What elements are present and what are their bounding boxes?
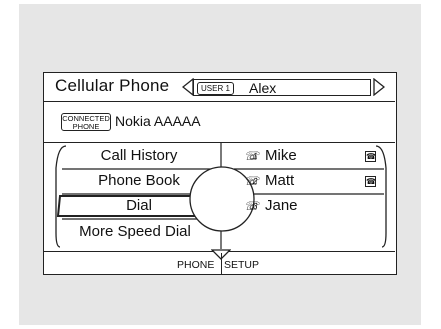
menu-item-call-history[interactable]: Call History — [74, 146, 204, 166]
setup-button[interactable]: SETUP — [224, 259, 259, 271]
speed-dial-index: 1 — [253, 152, 258, 161]
triangle-right-icon[interactable] — [373, 78, 385, 96]
menu-item-dial[interactable]: Dial — [74, 196, 204, 216]
screen-title: Cellular Phone — [55, 76, 170, 95]
menu-item-more-speed-dial[interactable]: More Speed Dial — [60, 222, 210, 242]
contact-name[interactable]: Mike — [265, 146, 297, 166]
divider — [221, 253, 223, 274]
speed-dial-index: 2 — [253, 177, 258, 186]
connected-phone-badge: CONNECTED PHONE — [61, 113, 111, 131]
phone-type-icon: ☎ — [365, 151, 376, 162]
menu-item-phone-book[interactable]: Phone Book — [74, 171, 204, 191]
phone-button[interactable]: PHONE — [177, 259, 214, 271]
title-bar: Cellular Phone USER 1 Alex — [44, 73, 395, 102]
menu-area: Call History Phone Book Dial More Speed … — [44, 143, 395, 249]
connected-device-name: Nokia AAAAA — [115, 113, 201, 129]
contact-name[interactable]: Jane — [265, 196, 298, 216]
connected-phone-row: CONNECTED PHONE Nokia AAAAA — [44, 102, 395, 143]
cellular-phone-screen: Cellular Phone USER 1 Alex CONNECTED PHO… — [43, 72, 397, 275]
user-name: Alex — [249, 80, 277, 96]
user-selector[interactable]: USER 1 Alex — [193, 79, 371, 96]
user-badge: USER 1 — [197, 82, 234, 95]
speed-dial-index: 3 — [253, 202, 258, 211]
connected-badge-line2: PHONE — [72, 122, 100, 131]
contact-name[interactable]: Matt — [265, 171, 294, 191]
phone-type-icon: ☎ — [365, 176, 376, 187]
bottom-bar: PHONE SETUP — [44, 249, 395, 274]
